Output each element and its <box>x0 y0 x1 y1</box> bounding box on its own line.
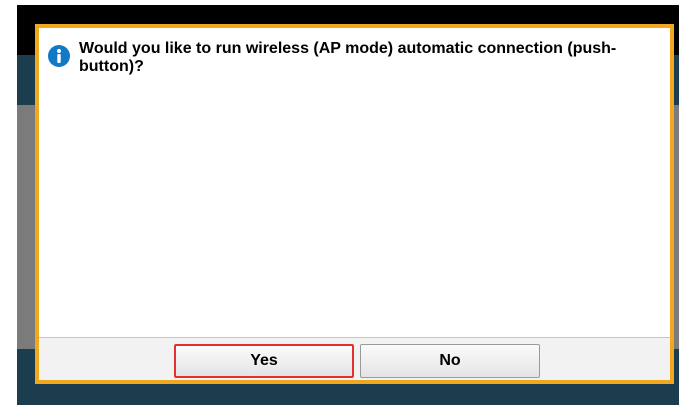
info-icon <box>48 45 70 67</box>
confirmation-dialog: Would you like to run wireless (AP mode)… <box>35 24 674 384</box>
dialog-message: Would you like to run wireless (AP mode)… <box>79 40 617 75</box>
dialog-body: Would you like to run wireless (AP mode)… <box>39 28 670 337</box>
dialog-footer: Yes No <box>39 337 670 380</box>
no-button[interactable]: No <box>360 344 540 378</box>
yes-button[interactable]: Yes <box>174 344 354 378</box>
device-screen: Would you like to run wireless (AP mode)… <box>17 5 679 405</box>
